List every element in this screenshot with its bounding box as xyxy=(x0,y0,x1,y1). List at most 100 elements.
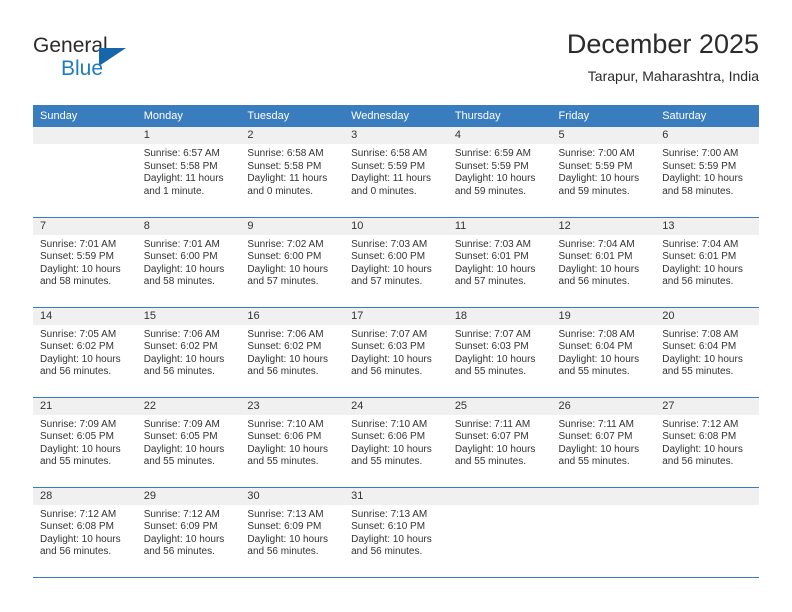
day-detail-line: Sunrise: 7:04 AM xyxy=(662,238,739,250)
day-detail-line: Sunrise: 6:58 AM xyxy=(351,148,428,159)
calendar-day-cell[interactable]: 3 Sunrise: 6:58 AM Sunset: 5:59 PM Daylight… xyxy=(344,127,448,218)
calendar-day-cell[interactable]: 23 Sunrise: 7:10 AM Sunset: 6:06 PM Dayligh… xyxy=(240,397,345,488)
day-detail-line: Sunrise: 7:12 AM xyxy=(662,418,739,430)
day-detail-line: and 1 minute. xyxy=(143,185,205,197)
day-detail-line: Daylight: 10 hours xyxy=(40,443,121,455)
calendar-week-row: 1 Sunrise: 6:57 AM Sunset: 5:58 PM Daylight… xyxy=(33,127,759,218)
day-detail-line: Daylight: 10 hours xyxy=(143,443,225,455)
day-number xyxy=(33,127,137,144)
day-number: 4 xyxy=(447,127,552,144)
day-detail-line: and 55 minutes. xyxy=(454,366,526,378)
day-number: 25 xyxy=(447,397,552,415)
day-cell-inner: 24 Sunrise: 7:10 AM Sunset: 6:06 PM Dayligh… xyxy=(344,397,448,487)
day-detail-line: Daylight: 10 hours xyxy=(351,533,432,545)
day-cell-inner: 13 Sunrise: 7:04 AM Sunset: 6:01 PM Dayligh… xyxy=(655,217,759,307)
day-cell-inner: 28 Sunrise: 7:12 AM Sunset: 6:08 PM Dayligh… xyxy=(33,487,137,577)
day-detail-line: Daylight: 10 hours xyxy=(351,263,432,275)
day-detail-line: Sunrise: 7:04 AM xyxy=(558,238,635,250)
page-title: December 2025 xyxy=(566,29,759,59)
calendar-day-cell[interactable]: 15 Sunrise: 7:06 AM Sunset: 6:02 PM Dayligh… xyxy=(136,307,241,398)
day-number: 8 xyxy=(136,217,241,235)
day-detail-line: and 56 minutes. xyxy=(40,546,112,558)
day-detail-line: Daylight: 11 hours xyxy=(351,173,431,185)
calendar-day-cell[interactable]: 25 Sunrise: 7:11 AM Sunset: 6:07 PM Dayligh… xyxy=(447,397,552,488)
day-detail-text: Sunrise: 7:06 AM Sunset: 6:02 PM Daylight:… xyxy=(240,325,344,379)
day-detail-line: Sunrise: 7:03 AM xyxy=(454,238,531,250)
calendar-day-cell[interactable]: 4 Sunrise: 6:59 AM Sunset: 5:59 PM Daylight… xyxy=(447,127,552,218)
calendar-day-cell[interactable]: 13 Sunrise: 7:04 AM Sunset: 6:01 PM Dayligh… xyxy=(655,217,759,308)
day-detail-line: Daylight: 10 hours xyxy=(143,533,225,545)
day-cell-inner: 29 Sunrise: 7:12 AM Sunset: 6:09 PM Dayligh… xyxy=(136,487,241,577)
day-detail-line: Daylight: 10 hours xyxy=(558,173,640,185)
calendar-day-cell[interactable]: 29 Sunrise: 7:12 AM Sunset: 6:09 PM Dayligh… xyxy=(136,487,241,578)
calendar-day-cell[interactable]: 9 Sunrise: 7:02 AM Sunset: 6:00 PM Daylight… xyxy=(240,217,345,308)
calendar-day-cell[interactable]: 14 Sunrise: 7:05 AM Sunset: 6:02 PM Dayligh… xyxy=(33,307,137,398)
day-detail-text: Sunrise: 7:08 AM Sunset: 6:04 PM Daylight:… xyxy=(655,325,759,379)
calendar-day-cell[interactable]: 11 Sunrise: 7:03 AM Sunset: 6:01 PM Dayligh… xyxy=(447,217,552,308)
day-detail-line: Sunrise: 7:03 AM xyxy=(351,238,428,250)
day-cell-inner: 7 Sunrise: 7:01 AM Sunset: 5:59 PM Daylight… xyxy=(33,217,137,307)
day-cell-inner: 3 Sunrise: 6:58 AM Sunset: 5:59 PM Daylight… xyxy=(344,127,448,216)
day-detail-text xyxy=(448,505,552,509)
calendar-day-cell[interactable]: 21 Sunrise: 7:09 AM Sunset: 6:05 PM Dayligh… xyxy=(33,397,137,488)
day-detail-text: Sunrise: 7:11 AM Sunset: 6:07 PM Daylight:… xyxy=(552,415,656,469)
day-detail-text xyxy=(33,144,137,148)
day-detail-line: Sunrise: 7:13 AM xyxy=(351,508,428,520)
page-subtitle: Tarapur, Maharashtra, India xyxy=(587,68,759,84)
day-detail-line: and 0 minutes. xyxy=(351,185,417,197)
day-detail-line: Daylight: 10 hours xyxy=(454,263,536,275)
calendar-day-cell[interactable]: 28 Sunrise: 7:12 AM Sunset: 6:08 PM Dayligh… xyxy=(33,487,137,578)
calendar-day-cell[interactable]: 20 Sunrise: 7:08 AM Sunset: 6:04 PM Dayligh… xyxy=(655,307,759,398)
day-cell-inner: 16 Sunrise: 7:06 AM Sunset: 6:02 PM Dayligh… xyxy=(240,307,345,397)
day-detail-line: Daylight: 10 hours xyxy=(558,443,640,455)
calendar-day-cell[interactable]: 12 Sunrise: 7:04 AM Sunset: 6:01 PM Dayligh… xyxy=(551,217,656,308)
day-detail-line: Daylight: 10 hours xyxy=(454,443,536,455)
day-cell-inner: 9 Sunrise: 7:02 AM Sunset: 6:00 PM Daylight… xyxy=(240,217,345,307)
day-detail-text: Sunrise: 6:59 AM Sunset: 5:59 PM Daylight:… xyxy=(448,144,552,198)
day-number: 18 xyxy=(447,307,552,325)
calendar-day-cell[interactable]: 26 Sunrise: 7:11 AM Sunset: 6:07 PM Dayligh… xyxy=(551,397,656,488)
day-detail-line: Sunset: 6:08 PM xyxy=(40,521,114,533)
calendar-day-cell-empty xyxy=(551,487,656,578)
general-blue-logo[interactable]: General Blue xyxy=(33,34,193,92)
logo-word-blue: Blue xyxy=(61,57,104,80)
calendar-day-cell[interactable]: 6 Sunrise: 7:00 AM Sunset: 5:59 PM Daylight… xyxy=(655,127,759,218)
calendar-day-cell[interactable]: 7 Sunrise: 7:01 AM Sunset: 5:59 PM Daylight… xyxy=(33,217,137,308)
day-number: 6 xyxy=(655,127,759,144)
calendar-day-cell[interactable]: 30 Sunrise: 7:13 AM Sunset: 6:09 PM Dayligh… xyxy=(240,487,345,578)
calendar-day-cell[interactable]: 19 Sunrise: 7:08 AM Sunset: 6:04 PM Dayligh… xyxy=(551,307,656,398)
calendar-day-cell[interactable]: 10 Sunrise: 7:03 AM Sunset: 6:00 PM Dayligh… xyxy=(344,217,448,308)
day-cell-inner: 11 Sunrise: 7:03 AM Sunset: 6:01 PM Dayligh… xyxy=(447,217,552,307)
day-detail-line: and 55 minutes. xyxy=(143,456,215,468)
calendar-day-cell[interactable]: 1 Sunrise: 6:57 AM Sunset: 5:58 PM Daylight… xyxy=(136,127,241,218)
day-number: 10 xyxy=(344,217,448,235)
day-detail-line: Sunrise: 7:06 AM xyxy=(247,328,324,340)
calendar-day-cell[interactable]: 16 Sunrise: 7:06 AM Sunset: 6:02 PM Dayligh… xyxy=(240,307,345,398)
calendar-day-cell[interactable]: 24 Sunrise: 7:10 AM Sunset: 6:06 PM Dayligh… xyxy=(344,397,448,488)
day-detail-line: Sunset: 6:02 PM xyxy=(247,341,322,353)
day-detail-line: Daylight: 10 hours xyxy=(662,353,743,365)
day-detail-line: Sunset: 6:05 PM xyxy=(143,431,218,443)
day-detail-line: and 56 minutes. xyxy=(143,546,215,558)
calendar-day-cell[interactable]: 5 Sunrise: 7:00 AM Sunset: 5:59 PM Daylight… xyxy=(551,127,656,218)
calendar-day-cell[interactable]: 2 Sunrise: 6:58 AM Sunset: 5:58 PM Daylight… xyxy=(240,127,345,218)
calendar-day-cell[interactable]: 27 Sunrise: 7:12 AM Sunset: 6:08 PM Dayligh… xyxy=(655,397,759,488)
calendar-day-cell[interactable]: 22 Sunrise: 7:09 AM Sunset: 6:05 PM Dayligh… xyxy=(136,397,241,488)
day-detail-line: Sunset: 6:07 PM xyxy=(558,431,633,443)
day-cell-inner: 15 Sunrise: 7:06 AM Sunset: 6:02 PM Dayligh… xyxy=(136,307,241,397)
day-detail-text: Sunrise: 7:05 AM Sunset: 6:02 PM Daylight:… xyxy=(33,325,137,379)
day-detail-line: Sunset: 6:00 PM xyxy=(247,251,322,263)
day-detail-line: and 59 minutes. xyxy=(454,185,526,197)
day-cell-inner: 6 Sunrise: 7:00 AM Sunset: 5:59 PM Daylight… xyxy=(655,127,759,216)
day-detail-line: Sunrise: 7:09 AM xyxy=(40,418,117,430)
calendar-day-cell[interactable]: 8 Sunrise: 7:01 AM Sunset: 6:00 PM Daylight… xyxy=(136,217,241,308)
calendar-day-cell[interactable]: 17 Sunrise: 7:07 AM Sunset: 6:03 PM Dayligh… xyxy=(344,307,448,398)
logo-triangle-icon xyxy=(99,48,126,66)
calendar-day-cell[interactable]: 18 Sunrise: 7:07 AM Sunset: 6:03 PM Dayligh… xyxy=(447,307,552,398)
day-detail-text: Sunrise: 7:04 AM Sunset: 6:01 PM Daylight:… xyxy=(552,235,656,289)
day-detail-line: Sunset: 6:02 PM xyxy=(143,341,218,353)
day-detail-line: and 56 minutes. xyxy=(662,276,734,288)
day-detail-line: Sunrise: 7:01 AM xyxy=(40,238,117,250)
calendar-day-cell[interactable]: 31 Sunrise: 7:13 AM Sunset: 6:10 PM Dayligh… xyxy=(344,487,448,578)
day-detail-line: Daylight: 10 hours xyxy=(351,443,432,455)
